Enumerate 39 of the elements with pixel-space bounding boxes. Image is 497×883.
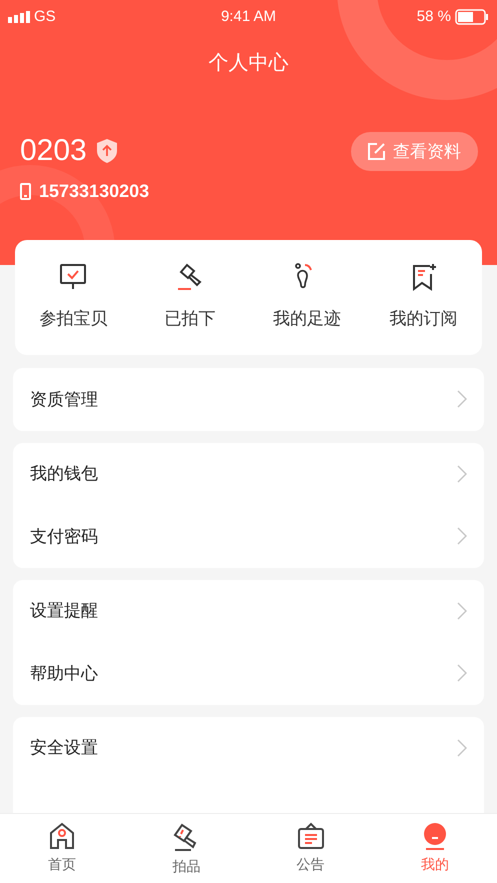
menu-item[interactable]: 资质管理: [13, 368, 484, 430]
menu-item[interactable]: 安全设置: [13, 716, 484, 779]
menu-label: 设置提醒: [30, 600, 98, 622]
shortcut-item[interactable]: 我的订阅: [365, 240, 482, 355]
user-name: 0203: [20, 134, 87, 168]
phone-number: 15733130203: [39, 180, 150, 203]
tab-item[interactable]: 拍品: [124, 814, 248, 883]
menu-item[interactable]: 支付密码: [13, 505, 484, 568]
shield-arrow-icon: [94, 138, 119, 164]
phone-icon: [20, 183, 31, 200]
edit-icon: [368, 143, 385, 160]
menu-label: 帮助中心: [30, 662, 98, 684]
chevron-right-icon: [457, 390, 467, 408]
status-time: 9:41 AM: [220, 6, 276, 27]
menu-label: 我的钱包: [30, 463, 98, 485]
chevron-right-icon: [457, 738, 467, 757]
chevron-right-icon: [457, 664, 467, 682]
tab-item[interactable]: 首页: [0, 814, 124, 883]
menu-label: 安全设置: [30, 737, 98, 759]
battery-icon: [454, 9, 489, 25]
shortcut-item[interactable]: 参拍宝贝: [15, 240, 132, 355]
battery-percent: 58 %: [416, 6, 451, 27]
signal-icon: [8, 11, 30, 23]
notice-board-icon: [296, 822, 325, 850]
menu-label: 支付密码: [30, 526, 98, 548]
menu-label: 资质管理: [30, 388, 98, 410]
menu-item[interactable]: 设置提醒: [13, 580, 484, 642]
menu-item[interactable]: 我的钱包: [13, 442, 484, 505]
page-title: 个人中心: [208, 51, 288, 76]
chevron-right-icon: [457, 602, 467, 620]
house-icon: [48, 822, 76, 850]
chevron-right-icon: [457, 464, 467, 483]
menu-item[interactable]: 帮助中心: [13, 642, 484, 704]
chevron-right-icon: [457, 527, 467, 546]
carrier-name: GS: [34, 6, 56, 27]
shortcut-item[interactable]: 已拍下: [132, 240, 248, 355]
shortcut-item[interactable]: 我的足迹: [248, 240, 366, 355]
monitor-check-icon: [58, 262, 88, 292]
tab-item[interactable]: 公告: [248, 814, 373, 883]
